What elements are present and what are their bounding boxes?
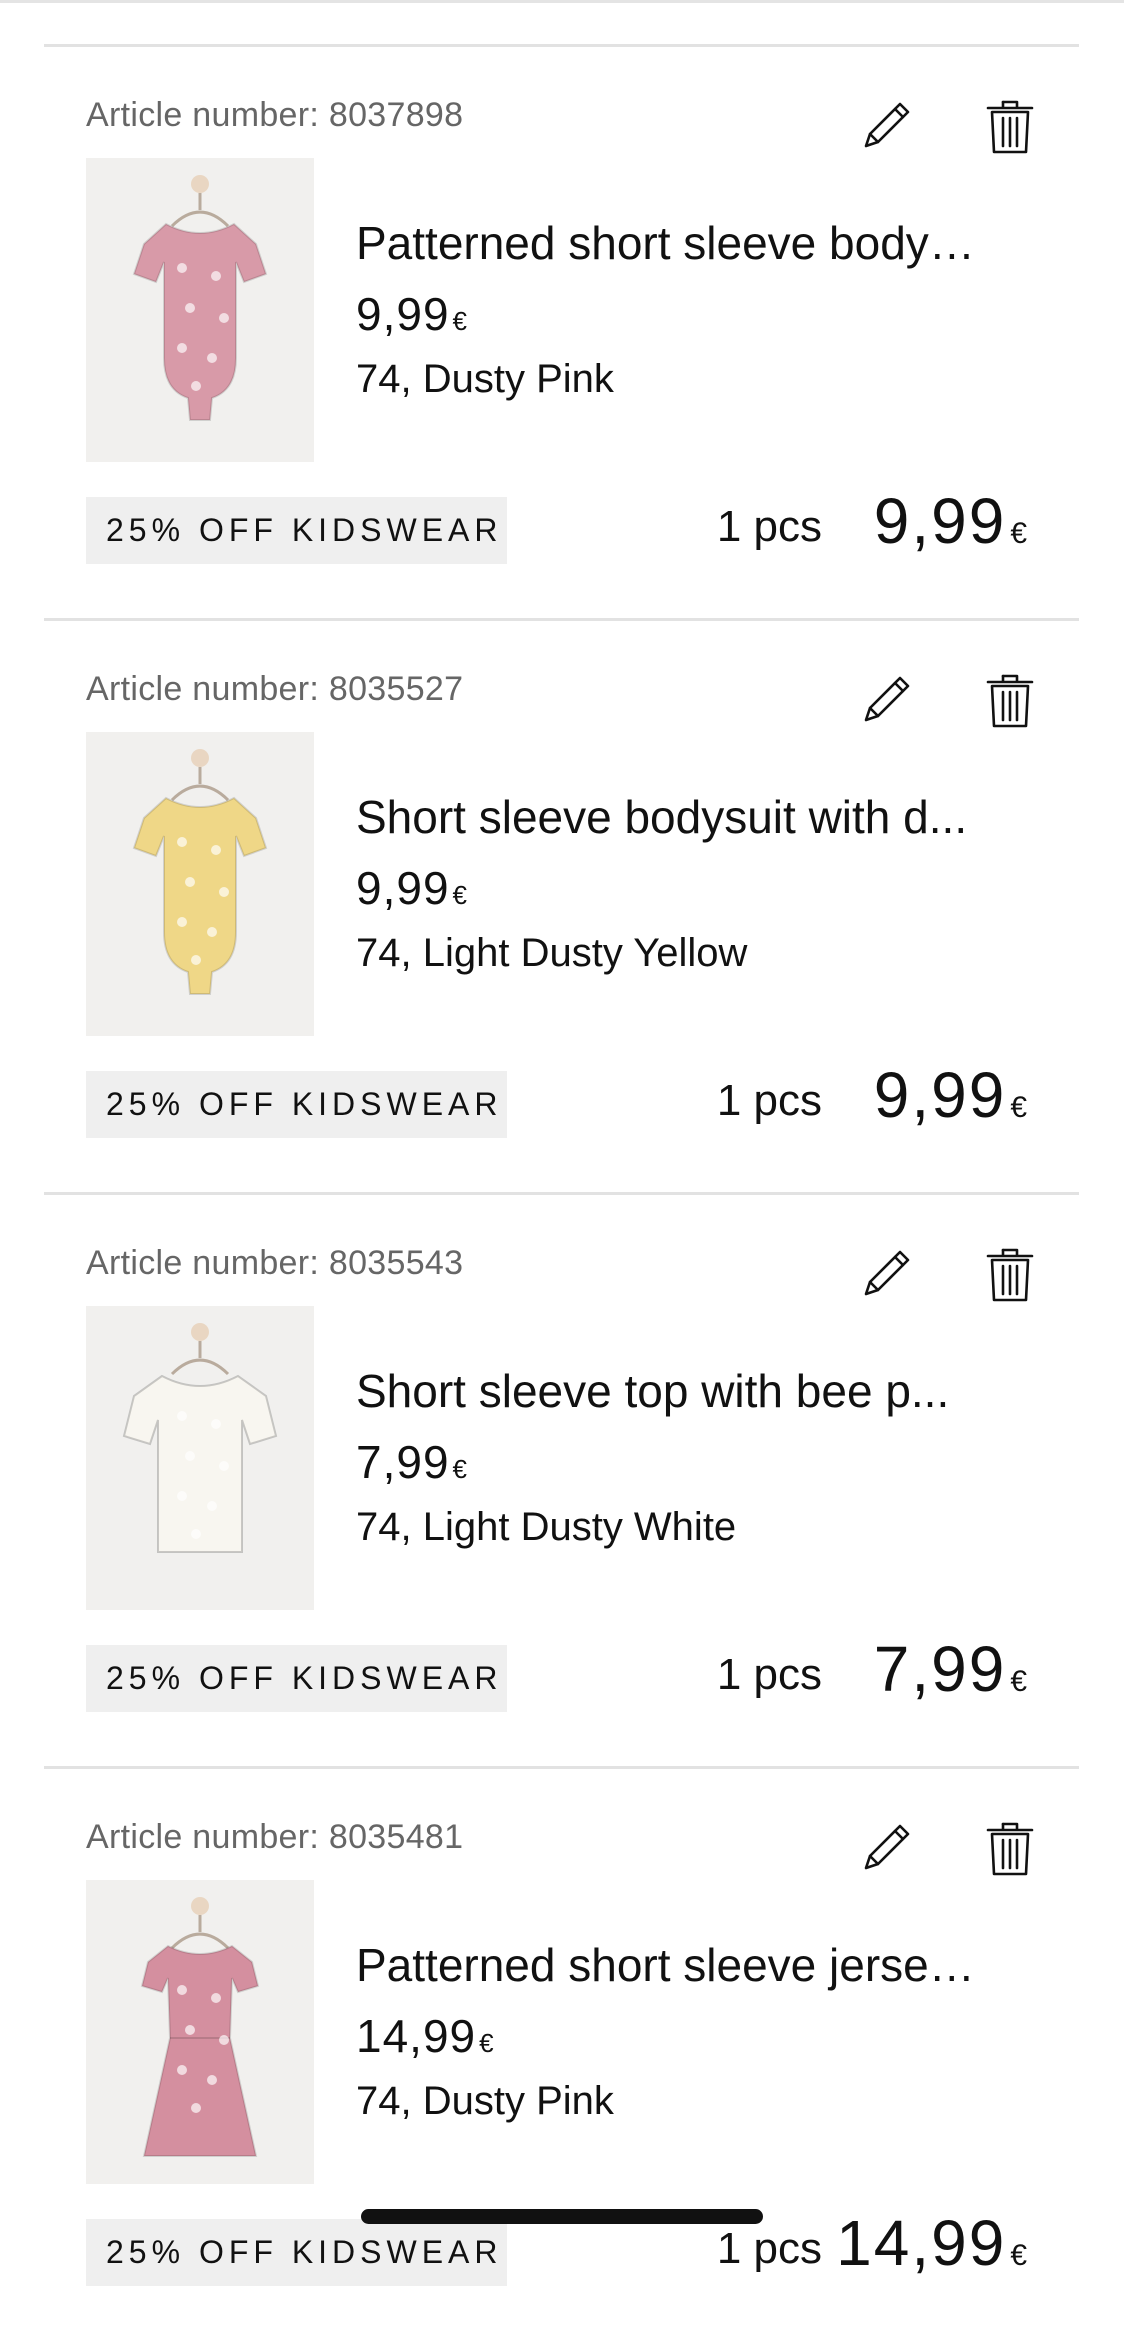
edit-item-button[interactable] [860, 96, 916, 152]
cart-item: Article number: 8035527 Short sleeve bod… [0, 618, 1124, 1192]
product-name[interactable]: Short sleeve top with bee p... [356, 1364, 976, 1418]
product-image[interactable] [86, 1306, 314, 1610]
unit-price-value: 14,99 [356, 2010, 477, 2062]
currency-symbol: € [1010, 517, 1029, 550]
article-number: Article number: 8035543 [86, 1244, 464, 1282]
edit-item-button[interactable] [860, 670, 916, 726]
promotion-badge: 25% OFF KIDSWEAR [86, 497, 507, 564]
pencil-icon [860, 1244, 916, 1300]
home-indicator [361, 2209, 763, 2224]
quantity[interactable]: 1 pcs [717, 1650, 822, 1700]
unit-price: 7,99 € [356, 1435, 468, 1489]
line-total: 9,99 € [874, 484, 1029, 558]
promotion-badge: 25% OFF KIDSWEAR [86, 1645, 507, 1712]
line-total-value: 14,99 [836, 2207, 1007, 2279]
product-name[interactable]: Patterned short sleeve bodysuit [356, 216, 976, 270]
top-edge [0, 0, 1124, 3]
product-name[interactable]: Short sleeve bodysuit with d... [356, 790, 976, 844]
currency-symbol: € [1010, 1091, 1029, 1124]
cart-item: Article number: 8037898 Patterned short … [0, 44, 1124, 618]
line-total-value: 7,99 [873, 1633, 1007, 1705]
quantity[interactable]: 1 pcs [717, 2224, 822, 2274]
line-total-value: 9,99 [873, 1059, 1007, 1131]
quantity[interactable]: 1 pcs [717, 502, 822, 552]
unit-price-value: 9,99 [356, 288, 450, 340]
edit-item-button[interactable] [860, 1818, 916, 1874]
promotion-badge: 25% OFF KIDSWEAR [86, 1071, 507, 1138]
currency-symbol: € [1010, 2239, 1029, 2272]
currency-symbol: € [452, 306, 468, 336]
line-total: 14,99 € [836, 2206, 1029, 2280]
line-total: 7,99 € [874, 1632, 1029, 1706]
line-total: 9,99 € [874, 1058, 1029, 1132]
cart-item: Article number: 8035481 Patterned short … [0, 1766, 1124, 2340]
article-number: Article number: 8037898 [86, 96, 464, 134]
divider [44, 618, 1079, 621]
product-image[interactable] [86, 1880, 314, 2184]
line-total-value: 9,99 [873, 485, 1007, 557]
article-number: Article number: 8035481 [86, 1818, 464, 1856]
divider [44, 1192, 1079, 1195]
product-name[interactable]: Patterned short sleeve jersey... [356, 1938, 976, 1992]
divider [44, 44, 1079, 47]
trash-icon [982, 1244, 1038, 1304]
divider [44, 1766, 1079, 1769]
size-color: 74, Light Dusty Yellow [356, 931, 748, 975]
unit-price-value: 7,99 [356, 1436, 450, 1488]
quantity[interactable]: 1 pcs [717, 1076, 822, 1126]
currency-symbol: € [479, 2028, 495, 2058]
delete-item-button[interactable] [982, 1818, 1038, 1878]
currency-symbol: € [452, 1454, 468, 1484]
trash-icon [982, 670, 1038, 730]
unit-price: 14,99 € [356, 2009, 495, 2063]
unit-price: 9,99 € [356, 287, 468, 341]
delete-item-button[interactable] [982, 670, 1038, 730]
article-number: Article number: 8035527 [86, 670, 464, 708]
product-image[interactable] [86, 158, 314, 462]
pencil-icon [860, 670, 916, 726]
size-color: 74, Dusty Pink [356, 357, 614, 401]
edit-item-button[interactable] [860, 1244, 916, 1300]
unit-price: 9,99 € [356, 861, 468, 915]
trash-icon [982, 1818, 1038, 1878]
pencil-icon [860, 96, 916, 152]
promotion-badge: 25% OFF KIDSWEAR [86, 2219, 507, 2286]
size-color: 74, Dusty Pink [356, 2079, 614, 2123]
delete-item-button[interactable] [982, 96, 1038, 156]
size-color: 74, Light Dusty White [356, 1505, 737, 1549]
trash-icon [982, 96, 1038, 156]
delete-item-button[interactable] [982, 1244, 1038, 1304]
product-image[interactable] [86, 732, 314, 1036]
pencil-icon [860, 1818, 916, 1874]
cart-item: Article number: 8035543 Short sleeve top… [0, 1192, 1124, 1766]
currency-symbol: € [452, 880, 468, 910]
unit-price-value: 9,99 [356, 862, 450, 914]
currency-symbol: € [1010, 1665, 1029, 1698]
